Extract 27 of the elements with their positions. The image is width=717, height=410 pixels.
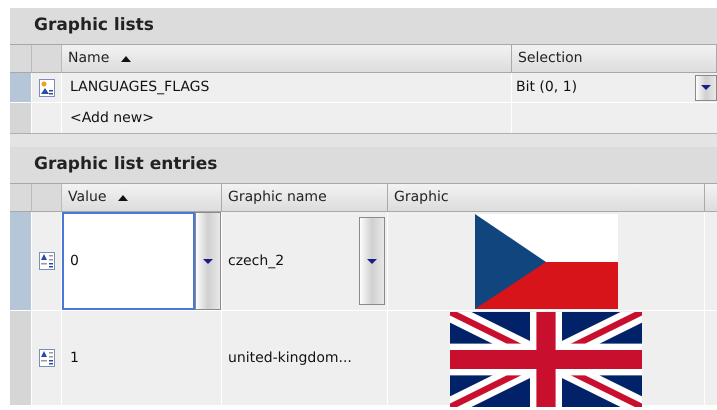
table-cell-text: czech_2 [228, 252, 286, 270]
section-header: Graphic list entries [10, 147, 717, 183]
row-header[interactable] [10, 103, 32, 133]
list-entry-icon [38, 349, 54, 367]
table-cell-text: 1 [70, 348, 79, 368]
list-entry-icon [38, 252, 54, 270]
caret-icon [367, 258, 377, 264]
column-header[interactable]: Selection [512, 45, 717, 72]
splitter-bar[interactable] [10, 133, 717, 147]
caret-icon [203, 258, 213, 264]
column-header[interactable]: Value [62, 184, 222, 211]
caret-icon [701, 85, 711, 90]
value-dropdown-field[interactable]: 0 [62, 212, 195, 310]
table-cell-text: Bit (0, 1) [516, 78, 578, 97]
row-header[interactable] [10, 311, 32, 405]
dropdown-button[interactable] [695, 74, 717, 100]
table-cell-text: LANGUAGES_FLAGS [70, 78, 210, 97]
column-header[interactable]: Name [62, 45, 512, 72]
row-header[interactable] [10, 73, 32, 102]
column-header[interactable] [705, 184, 717, 211]
column-header[interactable]: Graphic name [222, 184, 388, 211]
graphic-list-icon [38, 78, 54, 96]
table-cell-text: united-kingdom... [228, 348, 353, 368]
section-header: Graphic lists [10, 8, 717, 44]
add-new-row[interactable]: <Add new> [70, 108, 154, 128]
column-header[interactable]: Graphic [388, 184, 705, 211]
row-header[interactable] [10, 212, 32, 310]
